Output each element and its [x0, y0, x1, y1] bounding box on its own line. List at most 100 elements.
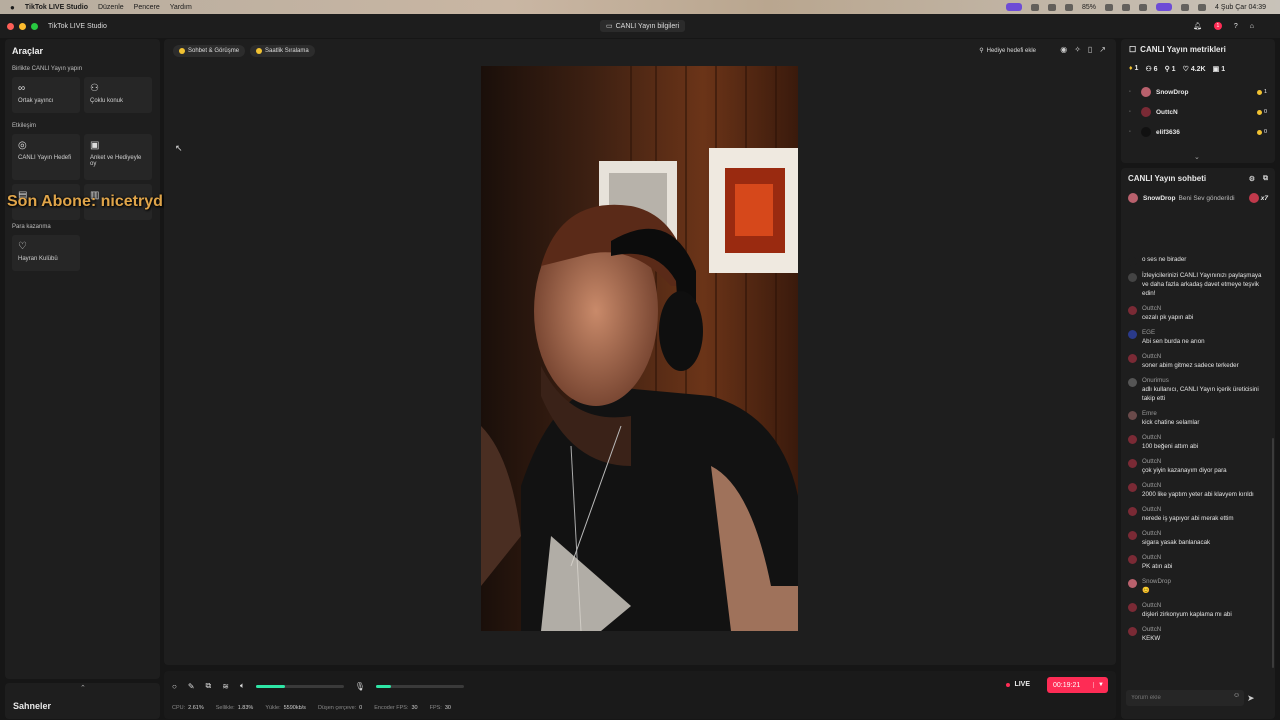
chat-message[interactable]: OuttcN 2000 like yaptım yeter abi klavyem…	[1128, 482, 1268, 500]
metric-viewers: ⚇ 6	[1145, 66, 1158, 73]
menu-edit[interactable]: Düzenle	[98, 4, 124, 11]
chat-text: adlı kullanıcı, CANLI Yayın içerik üreti…	[1142, 385, 1259, 402]
chat-username[interactable]: OuttcN	[1142, 434, 1198, 443]
record-icon[interactable]: ○	[172, 682, 177, 691]
live-timer-button[interactable]: 00:19:21 ▼	[1047, 677, 1108, 693]
chat-message[interactable]: OuttcN 100 beğeni attım abi	[1128, 434, 1268, 452]
chevron-down-icon[interactable]: ▼	[1093, 682, 1104, 688]
close-window-button[interactable]	[7, 22, 14, 30]
chat-message[interactable]: OuttcN cezalı pk yapın abi	[1128, 305, 1268, 323]
popout-icon[interactable]: ⧉	[1263, 175, 1268, 183]
bluetooth-icon[interactable]	[1122, 3, 1131, 11]
chat-username[interactable]: OuttcN	[1142, 482, 1254, 491]
mic-slider[interactable]	[375, 684, 464, 688]
chat-message[interactable]: OuttcN nerede iş yapıyor abi merak ettim	[1128, 506, 1268, 524]
share-icon[interactable]: ↗	[1099, 45, 1106, 54]
chat-scrollbar[interactable]	[1272, 438, 1274, 668]
live-goal-tool[interactable]: ◎ CANLI Yayın Hedefi	[12, 134, 80, 180]
chat-message[interactable]: OuttcN dişleri zirkonyum kaplama mı abi	[1128, 602, 1268, 620]
chevron-up-icon[interactable]: ⌃	[80, 684, 86, 692]
zoom-window-button[interactable]	[31, 22, 38, 30]
add-gift-goal-button[interactable]: ⚲ Hediye hedefi ekle	[979, 47, 1036, 55]
chat-username[interactable]: OuttcN	[1142, 305, 1193, 314]
coin-icon	[1256, 89, 1262, 95]
microphone-icon[interactable]: 🎙︎	[355, 682, 365, 691]
tray-icon[interactable]	[1065, 3, 1073, 11]
bell-icon[interactable]: 🔔︎	[1193, 22, 1202, 30]
chat-comment-input[interactable]	[1126, 690, 1244, 706]
chat-message[interactable]: Emre kick chatine selamlar	[1128, 410, 1268, 428]
wifi-icon[interactable]	[1139, 3, 1148, 11]
tray-icon[interactable]	[1048, 3, 1056, 11]
fan-club-tool[interactable]: ♡ Hayran Kulübü	[12, 235, 80, 271]
chat-message-list[interactable]: o ses ne birader İzleyicilerinizi CANLI Y…	[1128, 256, 1268, 650]
live-info-button[interactable]: ▭ CANLI Yayın bilgileri	[600, 20, 686, 32]
minimize-window-button[interactable]	[19, 22, 26, 30]
multi-guest-tool[interactable]: ⚇ Çoklu konuk	[84, 77, 152, 113]
portrait-icon[interactable]: ▯	[1088, 45, 1092, 54]
chat-message[interactable]: SnowDrop 😊	[1128, 578, 1268, 596]
live-status: LIVE	[1006, 681, 1030, 688]
chat-username[interactable]: OuttcN	[1142, 554, 1172, 563]
chat-message[interactable]: OuttcN PK atın abi	[1128, 554, 1268, 572]
chat-username[interactable]: EGE	[1142, 329, 1205, 338]
menu-window[interactable]: Pencere	[134, 4, 160, 11]
chat-text: sigara yasak banlanacak	[1142, 538, 1211, 546]
chat-username[interactable]: OuttcN	[1142, 602, 1232, 611]
tray-icon[interactable]	[1031, 3, 1039, 11]
viewer-row[interactable]: • SnowDrop 1	[1129, 82, 1267, 102]
chat-message[interactable]: OuttcN soner abim gitmez sadece terkeder	[1128, 353, 1268, 371]
chat-message[interactable]: EGE Abi sen burda ne arıon	[1128, 329, 1268, 347]
tray-app-icon[interactable]	[1006, 3, 1022, 11]
chat-message[interactable]: o ses ne birader	[1128, 256, 1268, 266]
chat-username[interactable]: OuttcN	[1142, 626, 1161, 635]
avatar	[1128, 353, 1137, 363]
chat-username[interactable]: SnowDrop	[1142, 578, 1171, 587]
moon-icon[interactable]	[1105, 3, 1114, 11]
sliders-icon[interactable]: ≋	[222, 682, 229, 691]
tool-label: CANLI Yayın Hedefi	[18, 155, 72, 161]
chat-text: 😊	[1142, 586, 1150, 594]
viewer-row[interactable]: • elif3636 0	[1129, 122, 1267, 142]
chat-username[interactable]: Onurimus	[1142, 377, 1268, 386]
menu-help[interactable]: Yardım	[170, 4, 192, 11]
chat-and-talk-pill[interactable]: Sohbet & Görüşme	[173, 45, 246, 57]
help-icon[interactable]: ?	[1234, 23, 1238, 30]
chat-message[interactable]: İzleyicilerinizi CANLI Yayınınızı paylaş…	[1128, 272, 1268, 299]
co-host-tool[interactable]: ∞ Ortak yayıncı	[12, 77, 80, 113]
metric-diamonds: ♦ 1	[1129, 65, 1139, 72]
menu-app-name[interactable]: TikTok LIVE Studio	[25, 4, 88, 11]
avatar	[1128, 305, 1137, 315]
volume-slider[interactable]	[255, 684, 344, 688]
speaker-icon[interactable]: 🔈︎	[240, 681, 245, 691]
hourly-ranking-pill[interactable]: Saatlik Sıralama	[250, 45, 315, 57]
pen-icon[interactable]: ✎	[188, 682, 195, 691]
chat-message[interactable]: OuttcN sigara yasak banlanacak	[1128, 530, 1268, 548]
chevron-down-icon[interactable]: ⌄	[1194, 153, 1200, 161]
search-icon[interactable]	[1181, 3, 1190, 11]
send-icon[interactable]: ➤	[1247, 693, 1255, 704]
emoji-icon[interactable]: ☺	[1233, 692, 1240, 699]
live-video-preview[interactable]	[481, 66, 798, 631]
chat-message[interactable]: OuttcN çok yiyin kazanayım diyor para	[1128, 458, 1268, 476]
home-icon[interactable]: ⌂	[1250, 23, 1254, 30]
apple-icon[interactable]: ●	[10, 3, 15, 12]
record-icon[interactable]: ◉	[1060, 45, 1067, 54]
viewer-row[interactable]: • OuttcN 0	[1129, 102, 1267, 122]
chat-message[interactable]: Onurimus adlı kullanıcı, CANLI Yayın içer…	[1128, 377, 1268, 404]
chat-username[interactable]: OuttcN	[1142, 353, 1239, 362]
control-center-icon[interactable]	[1198, 3, 1207, 11]
poll-tool[interactable]: ▣ Anket ve Hediyeyle oy	[84, 134, 152, 180]
effects-icon[interactable]: ✧	[1074, 45, 1081, 54]
menubar-clock[interactable]: 4 Şub Çar 04:39	[1215, 4, 1266, 11]
settings-icon[interactable]: ⚙	[1249, 175, 1255, 183]
gift-icon: ▣	[1212, 66, 1220, 73]
chat-username[interactable]: OuttcN	[1142, 506, 1233, 515]
chat-username[interactable]: Emre	[1142, 410, 1199, 419]
chat-username[interactable]: OuttcN	[1142, 458, 1227, 467]
tray-app-icon[interactable]	[1156, 3, 1173, 11]
chat-message[interactable]: OuttcN KEKW	[1128, 626, 1268, 644]
window-controls	[7, 22, 38, 30]
chat-username[interactable]: OuttcN	[1142, 530, 1210, 539]
layers-icon[interactable]: ⧉	[206, 681, 212, 691]
